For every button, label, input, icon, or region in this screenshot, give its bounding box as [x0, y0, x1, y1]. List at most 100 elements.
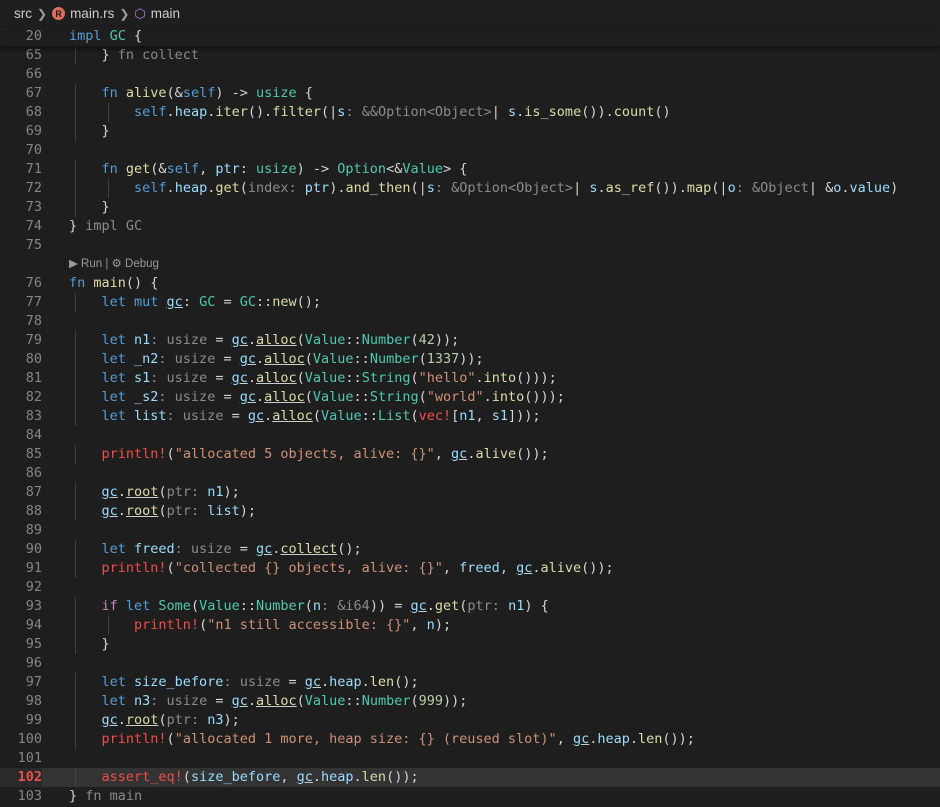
code-token: "allocated 5 objects, alive: {}" [174, 446, 435, 462]
codelens-debug[interactable]: ⚙ Debug [112, 258, 159, 270]
code-token: : usize [166, 408, 224, 424]
code-line[interactable]: 103} fn main [0, 787, 940, 806]
code-text: gc.root(ptr: list); [42, 502, 940, 521]
code-token: ( [199, 617, 208, 633]
code-token: root [125, 712, 159, 728]
code-line[interactable]: 70 [0, 141, 940, 160]
code-line[interactable]: 86 [0, 464, 940, 483]
sticky-scroll-header[interactable]: 20 impl GC { [0, 27, 940, 46]
breadcrumb-symbol[interactable]: main [151, 6, 180, 21]
code-line[interactable]: 82 let _s2: usize = gc.alloc(Value::Stri… [0, 388, 940, 407]
code-line[interactable]: 69 } [0, 122, 940, 141]
line-number: 78 [25, 313, 42, 329]
code-token: = [280, 674, 305, 690]
code-line[interactable]: 99 gc.root(ptr: n3); [0, 711, 940, 730]
code-token: ( [410, 693, 419, 709]
code-token: s [426, 180, 435, 196]
line-number: 69 [25, 123, 42, 139]
code-line[interactable]: 65 } fn collect [0, 46, 940, 65]
code-token: :: [353, 389, 370, 405]
codelens-run[interactable]: ▶ Run [69, 258, 102, 270]
code-token: . [255, 351, 265, 367]
code-line[interactable]: 89 [0, 521, 940, 540]
code-token: alive [475, 446, 517, 462]
code-line[interactable]: 79 let n1: usize = gc.alloc(Value::Numbe… [0, 331, 940, 350]
code-line[interactable]: 95 } [0, 635, 940, 654]
indent-guide [75, 179, 76, 198]
code-token: list [207, 503, 240, 519]
line-number: 70 [25, 142, 42, 158]
code-text: } impl GC [42, 217, 940, 236]
code-token: GC [239, 294, 256, 310]
code-token: ()). [654, 180, 687, 196]
code-text: let _s2: usize = gc.alloc(Value::String(… [42, 388, 940, 407]
code-text: let n3: usize = gc.alloc(Value::Number(9… [42, 692, 940, 711]
code-token: , [434, 446, 452, 462]
code-token: (& [150, 161, 167, 177]
code-token: ); [223, 484, 240, 500]
code-line[interactable]: 73 } [0, 198, 940, 217]
code-token: . [841, 180, 850, 196]
code-token: 42 [418, 332, 435, 348]
line-number: 74 [25, 218, 42, 234]
code-line[interactable]: 93 if let Some(Value::Number(n: &i64)) =… [0, 597, 940, 616]
code-token: root [125, 503, 159, 519]
code-text: let freed: usize = gc.collect(); [42, 540, 940, 559]
code-line[interactable]: 81 let s1: usize = gc.alloc(Value::Strin… [0, 369, 940, 388]
code-token: count [613, 104, 655, 120]
code-line[interactable]: 85 println!("allocated 5 objects, alive:… [0, 445, 940, 464]
line-number: 85 [25, 446, 42, 462]
code-line[interactable]: 98 let n3: usize = gc.alloc(Value::Numbe… [0, 692, 940, 711]
active-code-line[interactable]: 102 assert_eq!(size_before, gc.heap.len(… [0, 768, 940, 787]
code-line[interactable]: 101 [0, 749, 940, 768]
code-line[interactable]: 74} impl GC [0, 217, 940, 236]
code-token: Value [312, 389, 354, 405]
code-text: } [42, 198, 940, 217]
code-token: 1337 [426, 351, 460, 367]
code-line[interactable]: 88 gc.root(ptr: list); [0, 502, 940, 521]
code-line[interactable]: 91 println!("collected {} objects, alive… [0, 559, 940, 578]
code-line[interactable]: 77 let mut gc: GC = GC::new(); [0, 293, 940, 312]
code-token: . [247, 332, 256, 348]
code-token: n1 [508, 598, 525, 614]
code-line[interactable]: 66 [0, 65, 940, 84]
code-line[interactable]: 72 self.heap.get(index: ptr).and_then(|s… [0, 179, 940, 198]
code-token: GC [199, 294, 216, 310]
code-token: let [101, 389, 135, 405]
code-token: . [117, 712, 126, 728]
code-token: <& [386, 161, 403, 177]
breadcrumb-file[interactable]: main.rs [70, 6, 114, 21]
code-line[interactable]: 67 fn alive(&self) -> usize { [0, 84, 940, 103]
code-line[interactable]: 75 [0, 236, 940, 255]
code-line[interactable]: 87 gc.root(ptr: n1); [0, 483, 940, 502]
code-line[interactable]: 83 let list: usize = gc.alloc(Value::Lis… [0, 407, 940, 426]
line-number: 91 [25, 560, 42, 576]
code-token: = [215, 351, 240, 367]
line-number: 67 [25, 85, 42, 101]
code-line[interactable]: 92 [0, 578, 940, 597]
code-token: gc [247, 408, 265, 424]
code-line[interactable]: 78 [0, 312, 940, 331]
code-line[interactable]: 68 self.heap.iter().filter(|s: &&Option<… [0, 103, 940, 122]
code-token: value [849, 180, 891, 196]
code-token: gc [101, 484, 118, 500]
code-line[interactable]: 96 [0, 654, 940, 673]
code-line[interactable]: 71 fn get(&self, ptr: usize) -> Option<&… [0, 160, 940, 179]
code-line[interactable]: 97 let size_before: usize = gc.heap.len(… [0, 673, 940, 692]
code-token: . [312, 769, 322, 785]
code-token: String [361, 370, 411, 386]
code-token: heap [321, 769, 354, 785]
code-line[interactable]: 90 let freed: usize = gc.collect(); [0, 540, 940, 559]
code-line[interactable]: 94 println!("n1 still accessible: {}", n… [0, 616, 940, 635]
breadcrumb-folder[interactable]: src [14, 6, 32, 21]
code-token: and_then [345, 180, 411, 196]
code-line[interactable]: 84 [0, 426, 940, 445]
code-line[interactable]: 80 let _n2: usize = gc.alloc(Value::Numb… [0, 350, 940, 369]
code-editor[interactable]: 65 } fn collect 66 67 fn alive(&self) -> u… [0, 46, 940, 807]
code-token: "hello" [418, 370, 476, 386]
code-token: gc [304, 674, 321, 690]
code-token: ); [223, 712, 240, 728]
code-line[interactable]: 100 println!("allocated 1 more, heap siz… [0, 730, 940, 749]
code-line[interactable]: 76 fn main() { [0, 274, 940, 293]
